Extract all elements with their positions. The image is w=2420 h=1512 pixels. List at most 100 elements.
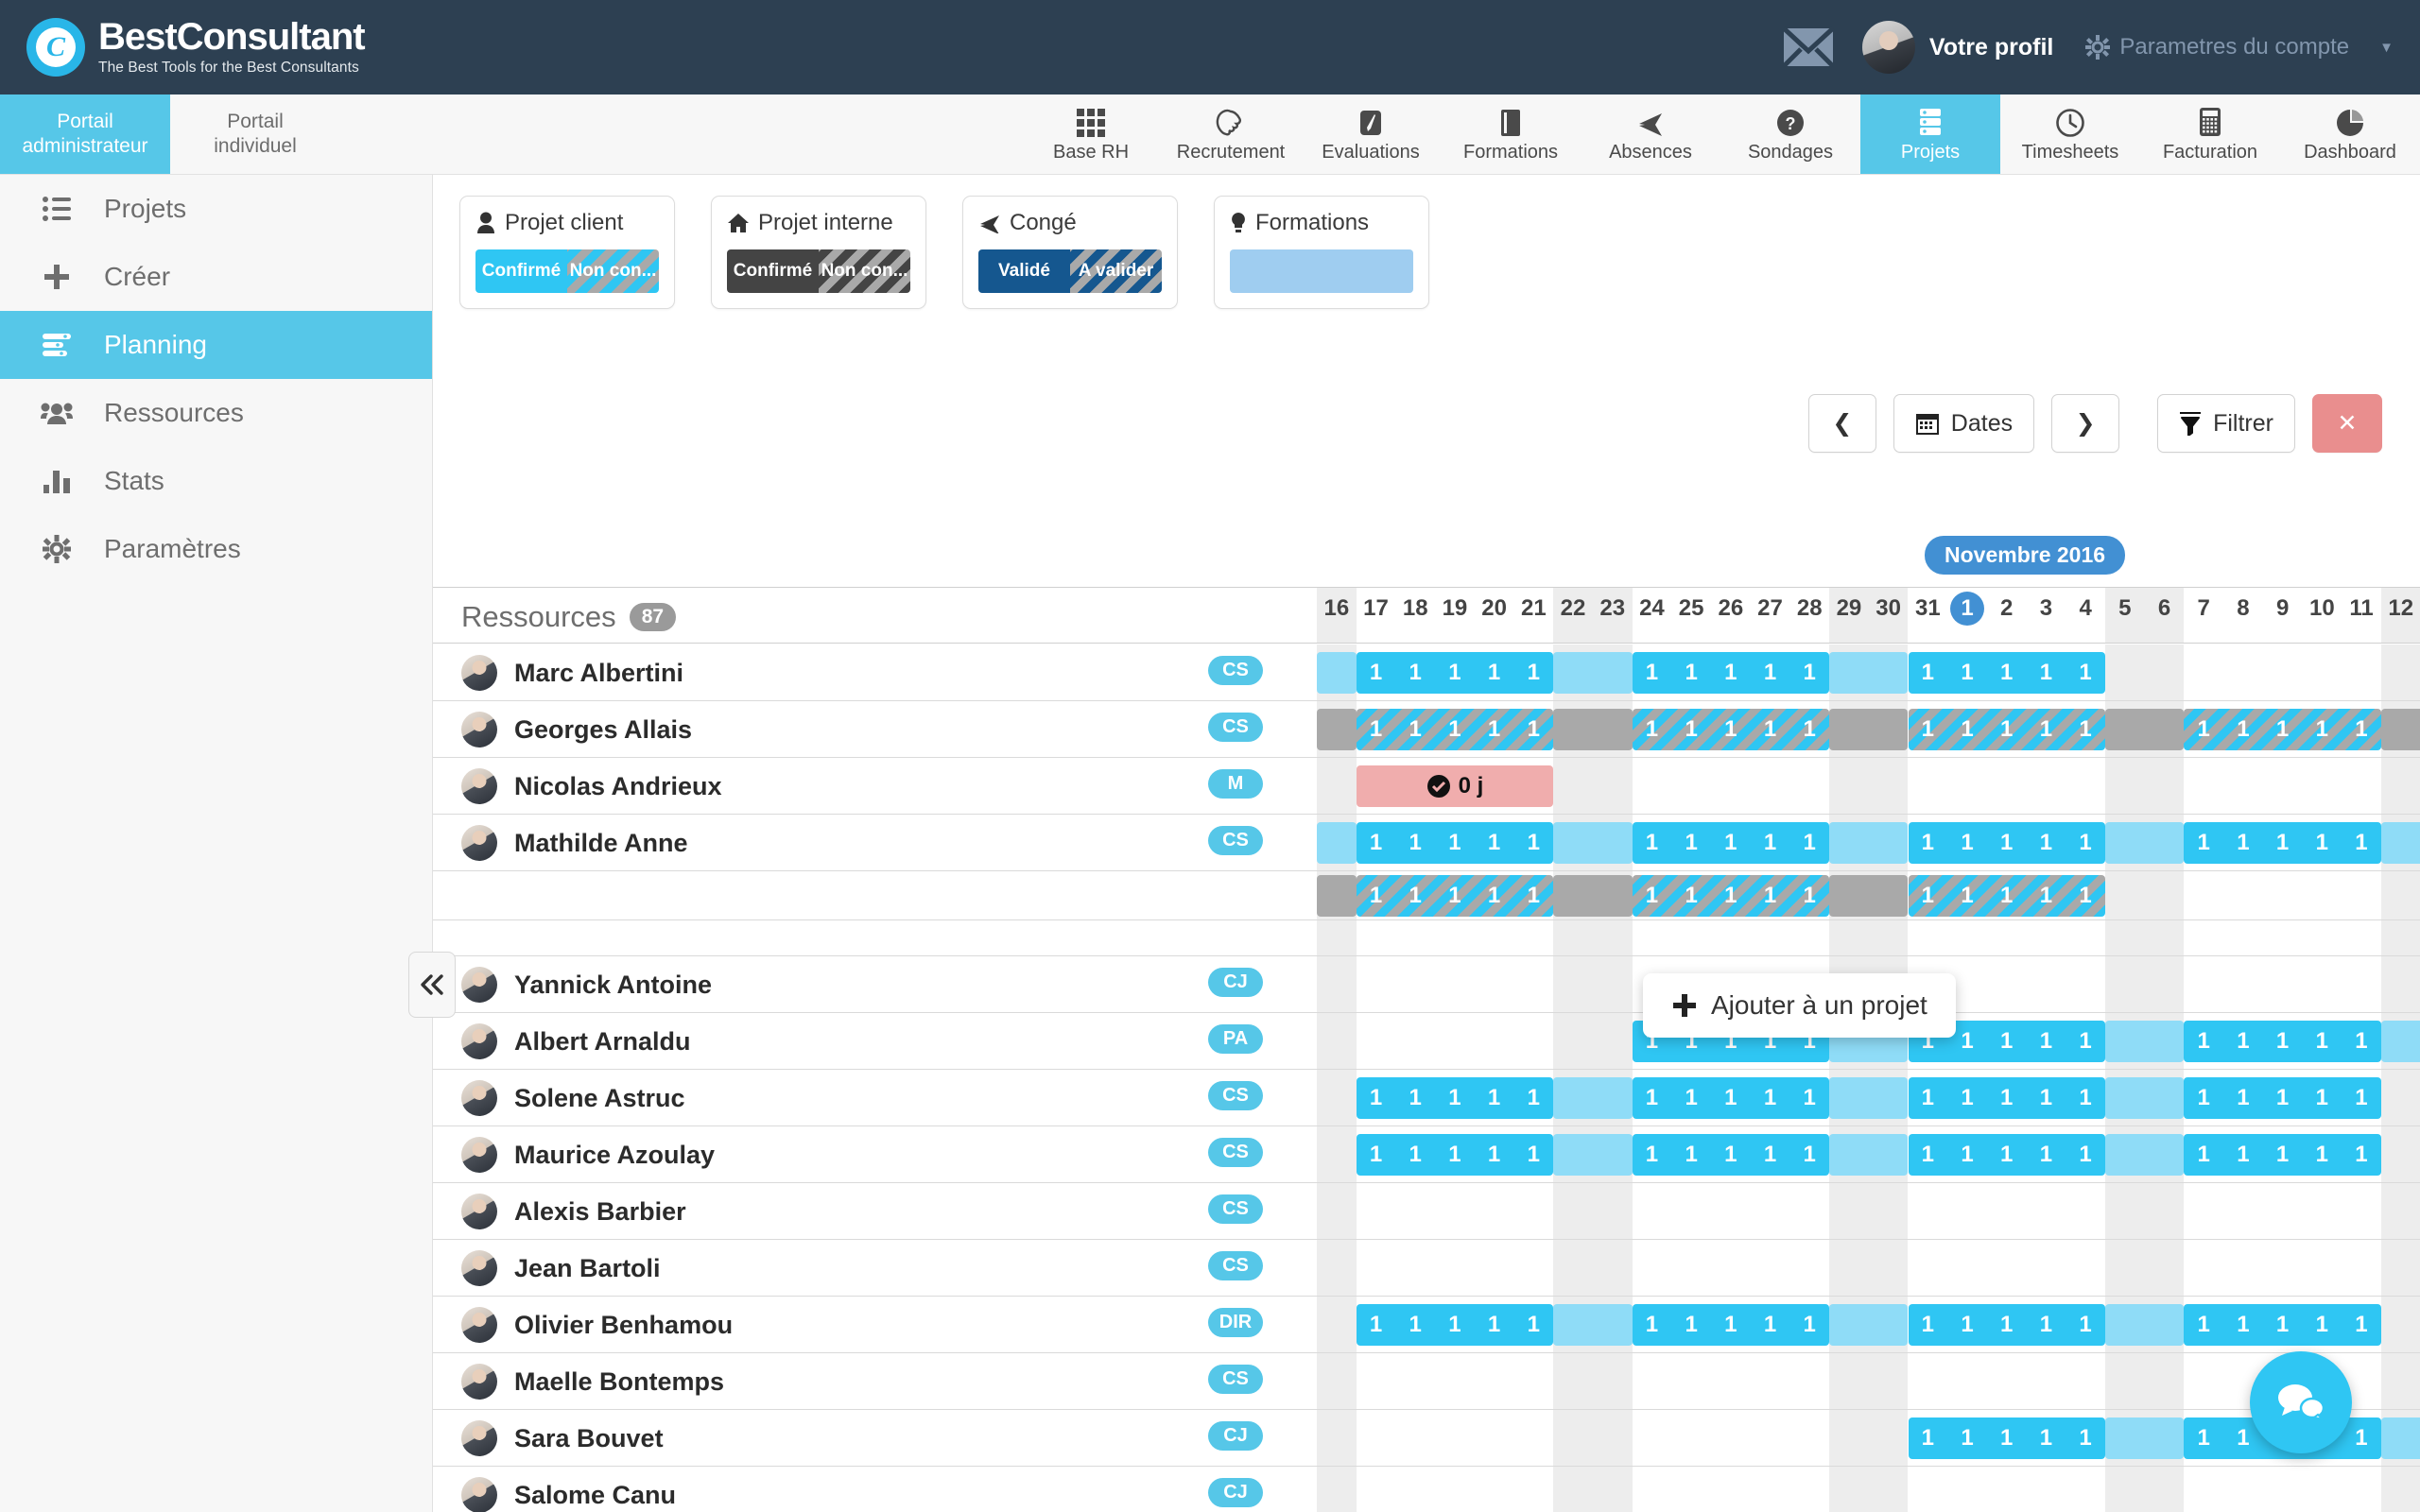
row-timeline-track[interactable]: 11111111111111111111111111111 <box>1317 815 2420 870</box>
close-filter-button[interactable]: ✕ <box>2312 394 2382 453</box>
timeline-cell[interactable] <box>2223 956 2263 1012</box>
assignment-bar[interactable]: 11111 <box>2184 1134 2381 1176</box>
timeline-cell[interactable] <box>2263 956 2303 1012</box>
timeline-cell[interactable] <box>1435 1183 1475 1239</box>
timeline-cell[interactable] <box>2144 956 2185 1012</box>
timeline-cell[interactable] <box>1317 1013 1357 1069</box>
day-number[interactable]: 18 <box>1395 595 1435 622</box>
timeline-cell[interactable] <box>1633 1353 1672 1409</box>
timeline-cell[interactable] <box>2144 871 2185 919</box>
timeline-cell[interactable] <box>1592 1353 1633 1409</box>
timeline-cell[interactable] <box>2263 871 2303 919</box>
timeline-cell[interactable] <box>1868 1410 1909 1466</box>
assignment-bar[interactable] <box>1829 709 1909 750</box>
assignment-bar[interactable] <box>1553 709 1633 750</box>
timeline-cell[interactable] <box>1317 1126 1357 1182</box>
timeline-cell[interactable] <box>1909 1183 1948 1239</box>
timeline-cell[interactable] <box>1553 1353 1593 1409</box>
timeline-cell[interactable] <box>2303 1467 2342 1512</box>
day-number[interactable]: 22 <box>1553 595 1593 622</box>
timeline-cell[interactable] <box>2105 1467 2145 1512</box>
assignment-bar[interactable] <box>1553 1134 1633 1176</box>
nav-tab-absences[interactable]: Absences <box>1581 94 1720 174</box>
day-number[interactable]: 2 <box>1987 595 2027 622</box>
assignment-bar[interactable]: 11111 <box>2184 1021 2381 1062</box>
timeline-cell[interactable] <box>2184 1240 2223 1296</box>
timeline-cell[interactable] <box>2105 871 2145 919</box>
day-number[interactable]: 6 <box>2145 595 2185 622</box>
timeline-cell[interactable] <box>1671 1240 1711 1296</box>
timeline-cell[interactable] <box>2263 758 2303 814</box>
timeline-cell[interactable] <box>1909 1467 1948 1512</box>
timeline-cell[interactable] <box>1829 758 1869 814</box>
legend-card-projet-client[interactable]: Projet client Confirmé Non con... <box>459 196 675 309</box>
table-row[interactable]: 111111111111111111111111 Albert ArnalduP… <box>433 1013 2420 1070</box>
next-period-button[interactable]: ❯ <box>2051 394 2120 453</box>
timeline-cell[interactable] <box>2380 1297 2420 1352</box>
resource-person[interactable]: Georges Allais <box>461 701 692 758</box>
resource-person[interactable]: Olivier Benhamou <box>461 1297 733 1353</box>
timeline-cell[interactable] <box>2144 644 2185 700</box>
resource-person[interactable]: Salome Canu <box>461 1467 676 1512</box>
timeline-cell[interactable] <box>2027 1183 2066 1239</box>
timeline-cell[interactable] <box>1435 1467 1475 1512</box>
timeline-cell[interactable] <box>2303 956 2342 1012</box>
timeline-cell[interactable] <box>2223 1467 2263 1512</box>
timeline-cell[interactable] <box>2184 1183 2223 1239</box>
account-settings-menu[interactable]: Parametres du compte ▼ <box>2085 34 2394 60</box>
assignment-bar[interactable] <box>1553 822 1633 864</box>
timeline-cell[interactable] <box>1592 1410 1633 1466</box>
assignment-bar[interactable]: 11111 <box>1632 875 1830 917</box>
timeline-cell[interactable] <box>1357 1410 1396 1466</box>
assignment-bar[interactable]: 11111 <box>1632 1077 1830 1119</box>
assignment-bar[interactable] <box>1317 822 1357 864</box>
row-timeline-track[interactable]: 11111111111111111111 <box>1317 1297 2420 1352</box>
assignment-bar[interactable]: 11111 <box>1908 875 2105 917</box>
resource-person[interactable]: Alexis Barbier <box>461 1183 686 1240</box>
resource-person[interactable]: Solene Astruc <box>461 1070 685 1126</box>
timeline-cell[interactable] <box>2380 1183 2420 1239</box>
timeline-cell[interactable] <box>1395 1353 1435 1409</box>
timeline-cell[interactable] <box>1751 758 1790 814</box>
row-timeline-track[interactable]: 11111111111111111111 <box>1317 1126 2420 1182</box>
timeline-cell[interactable] <box>1475 1353 1514 1409</box>
day-number[interactable]: 3 <box>2027 595 2066 622</box>
resource-person[interactable]: Albert Arnaldu <box>461 1013 691 1070</box>
timeline-cell[interactable] <box>2263 1240 2303 1296</box>
timeline-cell[interactable] <box>2303 1183 2342 1239</box>
day-number[interactable]: 5 <box>2105 595 2145 622</box>
assignment-bar[interactable] <box>1317 875 1357 917</box>
timeline-cell[interactable] <box>1395 1183 1435 1239</box>
timeline-cell[interactable] <box>2066 758 2105 814</box>
chat-bubbles-icon[interactable] <box>2250 1351 2352 1453</box>
timeline-cell[interactable] <box>1711 1410 1751 1466</box>
assignment-bar[interactable]: 11111 <box>1356 875 1554 917</box>
nav-tab-dashboard[interactable]: Dashboard <box>2280 94 2420 174</box>
timeline-cell[interactable] <box>1947 758 1987 814</box>
timeline-cell[interactable] <box>1789 1240 1829 1296</box>
timeline-cell[interactable] <box>1633 1183 1672 1239</box>
assignment-bar[interactable] <box>2105 822 2185 864</box>
timeline-cell[interactable] <box>1553 758 1593 814</box>
timeline-cell[interactable] <box>1868 1183 1909 1239</box>
timeline-cell[interactable] <box>1711 1183 1751 1239</box>
timeline-cell[interactable] <box>2027 758 2066 814</box>
timeline-cell[interactable] <box>1514 1353 1554 1409</box>
timeline-cell[interactable] <box>1357 1467 1396 1512</box>
timeline-cell[interactable] <box>1475 1013 1514 1069</box>
timeline-cell[interactable] <box>2380 956 2420 1012</box>
nav-tab-projets[interactable]: Projets <box>1860 94 2000 174</box>
timeline-cell[interactable] <box>2027 1240 2066 1296</box>
timeline-cell[interactable] <box>2303 758 2342 814</box>
row-timeline-track[interactable]: 11111111111111111111111111111 <box>1317 701 2420 757</box>
timeline-cell[interactable] <box>1947 1353 1987 1409</box>
timeline-cell[interactable] <box>1909 1240 1948 1296</box>
timeline-cell[interactable] <box>1514 1410 1554 1466</box>
timeline-cell[interactable] <box>1987 1240 2027 1296</box>
day-number[interactable]: 19 <box>1435 595 1475 622</box>
timeline-cell[interactable] <box>1357 1240 1396 1296</box>
timeline-cell[interactable] <box>2303 644 2342 700</box>
row-timeline-track[interactable]: 1111111111111111 <box>1317 871 2420 919</box>
timeline-cell[interactable] <box>2303 871 2342 919</box>
assignment-bar[interactable]: 11111 <box>1632 1134 1830 1176</box>
